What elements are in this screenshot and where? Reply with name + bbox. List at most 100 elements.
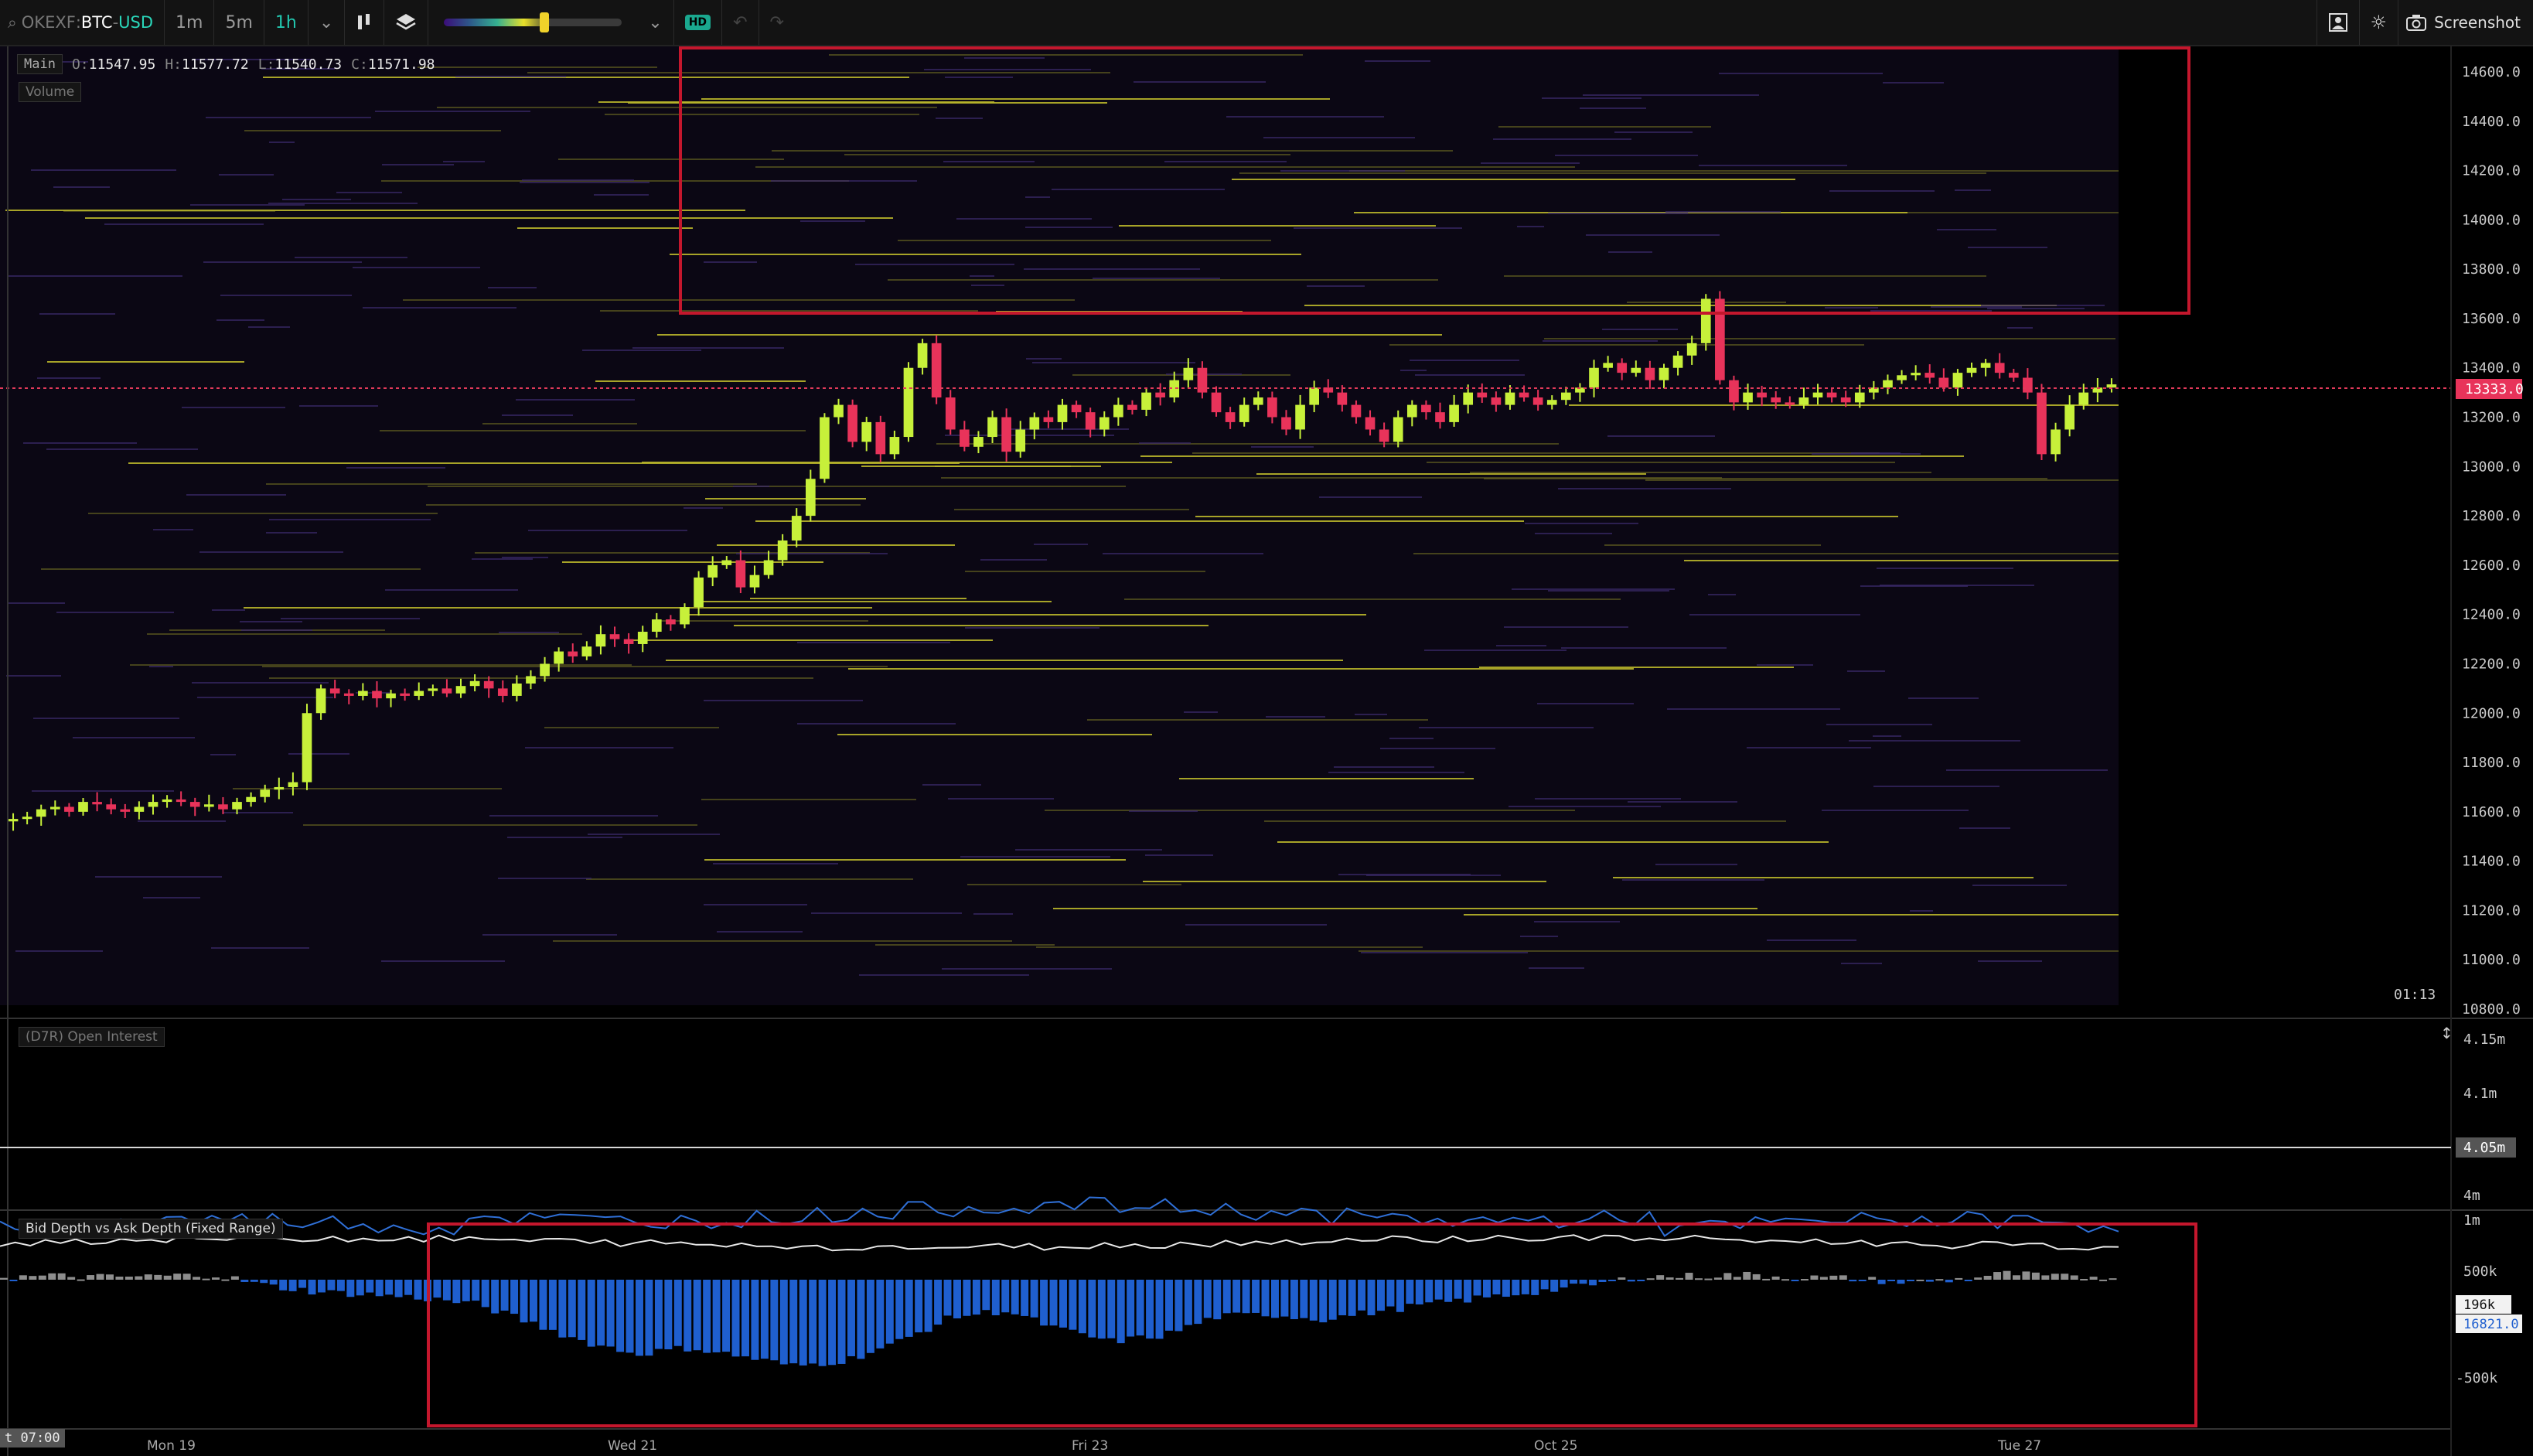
depth-pane-tag[interactable]: Bid Depth vs Ask Depth (Fixed Range) [19,1219,283,1239]
redo-button[interactable]: ↷ [759,0,795,45]
depth-bar [404,1280,413,1295]
depth-bar [87,1275,95,1280]
main-pane-tag[interactable]: Main [17,54,63,74]
layers-button[interactable] [384,0,429,45]
depth-bar [288,1280,297,1291]
depth-bar [1531,1280,1539,1295]
depth-histogram [0,1270,2117,1366]
screenshot-button[interactable]: Screenshot [2398,13,2533,32]
candle-body [1071,404,1082,413]
heatmap-level [598,101,994,103]
candle-body [945,397,956,430]
price-axis[interactable]: 14600.0 14400.0 14200.0 14000.0 13800.0 13600… [2462,64,2521,1018]
candle-body [1127,404,1137,410]
heatmap-level-faint [385,589,518,591]
heatmap-level [935,465,1101,467]
depth-bar [308,1280,316,1295]
depth-bar [1993,1272,2002,1280]
depth-bar [1685,1273,1693,1280]
undo-icon: ↶ [733,12,748,32]
heatmap-level-faint [1366,875,1501,876]
heatmap-level-faint [588,834,720,835]
heatmap-level-faint [1908,697,1979,699]
depth-bar [626,1280,634,1353]
heatmap-level-faint [507,837,622,838]
heatmap-level [1087,719,1428,721]
heatmap-level [128,462,960,464]
heatmap-level-faint [73,737,195,738]
candle-body [455,686,466,694]
hd-toggle[interactable]: HD [674,0,723,45]
heatmap-level-faint [1719,73,1883,74]
heatmap-level-faint [811,912,962,914]
depth-bar [972,1280,980,1315]
candle-body [134,806,145,812]
heatmap-level [941,477,1722,479]
candle-body [1743,392,1753,403]
candle-body [861,421,872,442]
timeframe-1h[interactable]: 1h [264,0,309,45]
volume-tag[interactable]: Volume [19,82,82,102]
low-label: L: [257,56,275,73]
price-axis-tick: 12200.0 [2462,656,2521,672]
heatmap-intensity-slider[interactable] [444,0,622,45]
heatmap-level-faint [1026,358,1062,360]
heatmap-level-faint [1822,810,1969,811]
candle-body [2008,373,2019,378]
depth-bar [1184,1280,1192,1325]
theme-toggle[interactable]: ☼ [2360,0,2399,45]
depth-bar [2089,1277,2098,1280]
resize-arrows-icon[interactable]: ↕ [2440,1024,2453,1042]
depth-bar [1877,1280,1886,1284]
timeframe-dropdown[interactable]: ⌄ [309,0,346,45]
candle-body [1463,392,1474,405]
slider-dropdown[interactable]: ⌄ [637,0,674,45]
depth-axis-tick-0: 1m [2463,1212,2480,1229]
depth-bar [346,1280,355,1297]
symbol-search[interactable]: ⌕ OKEXF: BTC - USD [0,0,165,45]
heatmap-level-faint [1052,189,1225,190]
time-label-1: Wed 21 [608,1438,657,1454]
candle-body [246,796,256,803]
candle-body [637,632,648,644]
pair-base: BTC [80,13,113,32]
depth-bar [1646,1278,1655,1280]
open-interest-tag[interactable]: (D7R) Open Interest [19,1027,165,1047]
timeframe-5m[interactable]: 5m [214,0,264,45]
depth-bar [2003,1270,2011,1280]
candle-body [1897,375,1907,380]
depth-bar [1743,1271,1751,1280]
slider-knob[interactable] [540,12,550,32]
heatmap-level [1569,404,2119,406]
depth-bar [799,1280,807,1366]
depth-bar [394,1280,403,1297]
high-value: 11577.72 [182,56,249,73]
depth-bar [1444,1280,1453,1302]
heatmap-level-faint [632,347,784,349]
depth-bar [1618,1277,1626,1280]
depth-bar [568,1280,576,1338]
heatmap-level [263,77,909,78]
depth-bar [1935,1279,1944,1281]
heatmap-level-faint [1873,786,1999,787]
undo-button[interactable]: ↶ [722,0,759,45]
time-label-0: Mon 19 [147,1438,196,1454]
close-value: 11571.98 [367,56,435,73]
account-button[interactable] [2316,0,2360,45]
heatmap-level-faint [594,194,649,196]
timeframe-1m[interactable]: 1m [165,0,215,45]
heatmap-level-faint [153,529,193,530]
depth-bar [1386,1280,1395,1307]
candle-body [1771,397,1781,403]
candle-body [1001,417,1011,452]
heatmap-level [1604,544,1821,546]
chart-type-button[interactable] [345,0,385,45]
chart-canvas[interactable]: 14600.0 14400.0 14200.0 14000.0 13800.0 13600… [0,46,2533,1456]
candle-body [735,560,746,588]
heatmap-level [1304,305,2057,306]
heatmap-level-faint [956,218,1092,220]
heatmap-level-faint [1826,724,1932,725]
depth-bar [212,1277,220,1280]
heatmap-level-faint [143,897,200,898]
heatmap-level-faint [1968,247,2047,248]
